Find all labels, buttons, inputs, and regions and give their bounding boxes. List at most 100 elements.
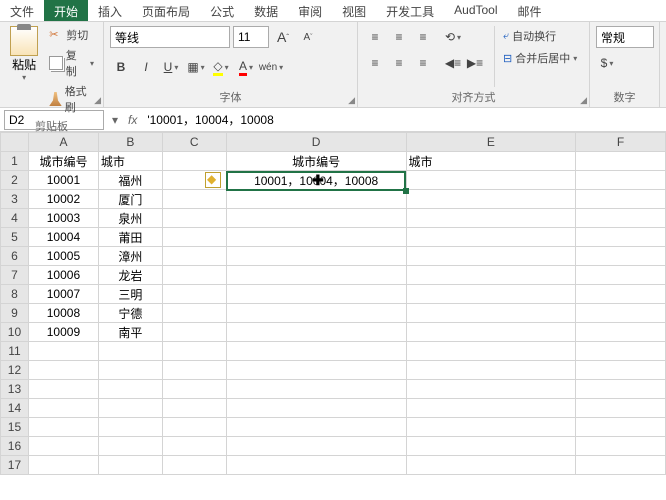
- cell[interactable]: [28, 437, 98, 456]
- spreadsheet-grid[interactable]: ABCDEF1城市编号城市城市编号城市210001福州10001，10004，1…: [0, 132, 666, 500]
- row-header-4[interactable]: 4: [1, 209, 29, 228]
- cell[interactable]: [226, 361, 406, 380]
- cell[interactable]: 城市编号: [28, 152, 98, 171]
- row-header-7[interactable]: 7: [1, 266, 29, 285]
- cell[interactable]: [28, 399, 98, 418]
- cell[interactable]: [28, 380, 98, 399]
- copy-button[interactable]: 复制▾: [46, 46, 97, 80]
- cell[interactable]: [576, 342, 666, 361]
- cell[interactable]: [28, 456, 98, 475]
- cell[interactable]: [226, 437, 406, 456]
- wrap-text-button[interactable]: ⤶自动换行: [499, 26, 581, 46]
- cell[interactable]: [406, 399, 576, 418]
- bold-button[interactable]: B: [110, 56, 132, 78]
- orientation-button[interactable]: ⟲: [442, 26, 464, 48]
- tab-开始[interactable]: 开始: [44, 0, 88, 21]
- font-size-select[interactable]: [233, 26, 269, 48]
- row-header-10[interactable]: 10: [1, 323, 29, 342]
- cell[interactable]: [226, 380, 406, 399]
- cell[interactable]: [162, 342, 226, 361]
- cell[interactable]: [226, 304, 406, 323]
- accounting-format-button[interactable]: $: [596, 52, 618, 74]
- cell[interactable]: 10009: [28, 323, 98, 342]
- row-header-9[interactable]: 9: [1, 304, 29, 323]
- tab-审阅[interactable]: 审阅: [288, 0, 332, 21]
- cell[interactable]: [576, 228, 666, 247]
- col-header-B[interactable]: B: [98, 133, 162, 152]
- dialog-launcher-icon[interactable]: ◢: [577, 95, 587, 105]
- cell[interactable]: [406, 418, 576, 437]
- tab-插入[interactable]: 插入: [88, 0, 132, 21]
- cell[interactable]: 三明: [98, 285, 162, 304]
- italic-button[interactable]: I: [135, 56, 157, 78]
- cell[interactable]: 10003: [28, 209, 98, 228]
- decrease-font-button[interactable]: Aˇ: [297, 26, 319, 48]
- cut-button[interactable]: ✂剪切: [46, 26, 97, 44]
- cell[interactable]: [406, 228, 576, 247]
- cell[interactable]: 10007: [28, 285, 98, 304]
- cell[interactable]: [162, 247, 226, 266]
- cell[interactable]: 城市: [98, 152, 162, 171]
- cell[interactable]: [576, 152, 666, 171]
- cell[interactable]: 厦门: [98, 190, 162, 209]
- cell[interactable]: 漳州: [98, 247, 162, 266]
- merge-center-button[interactable]: ⊟合并后居中▾: [499, 48, 581, 68]
- tab-数据[interactable]: 数据: [244, 0, 288, 21]
- select-all-corner[interactable]: [1, 133, 29, 152]
- cell[interactable]: [226, 456, 406, 475]
- row-header-8[interactable]: 8: [1, 285, 29, 304]
- error-indicator-icon[interactable]: [205, 172, 221, 188]
- cell[interactable]: [576, 247, 666, 266]
- cell[interactable]: 10008: [28, 304, 98, 323]
- cell[interactable]: [162, 190, 226, 209]
- number-format-select[interactable]: [596, 26, 654, 48]
- cell[interactable]: [162, 285, 226, 304]
- cell[interactable]: [406, 342, 576, 361]
- col-header-C[interactable]: C: [162, 133, 226, 152]
- cell[interactable]: [226, 285, 406, 304]
- cell[interactable]: [226, 418, 406, 437]
- cell[interactable]: 10006: [28, 266, 98, 285]
- cell[interactable]: [162, 266, 226, 285]
- decrease-indent-button[interactable]: ◀≡: [442, 52, 464, 74]
- font-color-button[interactable]: A: [235, 56, 257, 78]
- align-top-button[interactable]: ≡: [364, 26, 386, 48]
- fx-icon[interactable]: fx: [122, 113, 143, 127]
- row-header-12[interactable]: 12: [1, 361, 29, 380]
- cell[interactable]: [28, 418, 98, 437]
- cell[interactable]: 泉州: [98, 209, 162, 228]
- cell[interactable]: [162, 399, 226, 418]
- cell[interactable]: 城市编号: [226, 152, 406, 171]
- cell[interactable]: [226, 323, 406, 342]
- paste-button[interactable]: 粘贴 ▾: [6, 26, 42, 116]
- cell[interactable]: [406, 247, 576, 266]
- row-header-15[interactable]: 15: [1, 418, 29, 437]
- format-painter-button[interactable]: 格式刷: [46, 82, 97, 116]
- cell[interactable]: [406, 437, 576, 456]
- cell[interactable]: [576, 418, 666, 437]
- tab-视图[interactable]: 视图: [332, 0, 376, 21]
- cell[interactable]: [162, 323, 226, 342]
- cell[interactable]: 南平: [98, 323, 162, 342]
- cell[interactable]: [98, 361, 162, 380]
- cell[interactable]: 莆田: [98, 228, 162, 247]
- cell[interactable]: 城市: [406, 152, 576, 171]
- cell[interactable]: [162, 304, 226, 323]
- fill-color-button[interactable]: ◇: [210, 56, 232, 78]
- cell[interactable]: [576, 266, 666, 285]
- row-header-5[interactable]: 5: [1, 228, 29, 247]
- row-header-3[interactable]: 3: [1, 190, 29, 209]
- cell[interactable]: [98, 380, 162, 399]
- cell[interactable]: [226, 190, 406, 209]
- row-header-16[interactable]: 16: [1, 437, 29, 456]
- cell[interactable]: 福州: [98, 171, 162, 190]
- cell[interactable]: 10001，10004，10008: [226, 171, 406, 190]
- cell[interactable]: [226, 342, 406, 361]
- cell[interactable]: [406, 361, 576, 380]
- cell[interactable]: [226, 399, 406, 418]
- row-header-1[interactable]: 1: [1, 152, 29, 171]
- tab-公式[interactable]: 公式: [200, 0, 244, 21]
- dialog-launcher-icon[interactable]: ◢: [345, 95, 355, 105]
- cell[interactable]: [576, 361, 666, 380]
- cell[interactable]: [162, 152, 226, 171]
